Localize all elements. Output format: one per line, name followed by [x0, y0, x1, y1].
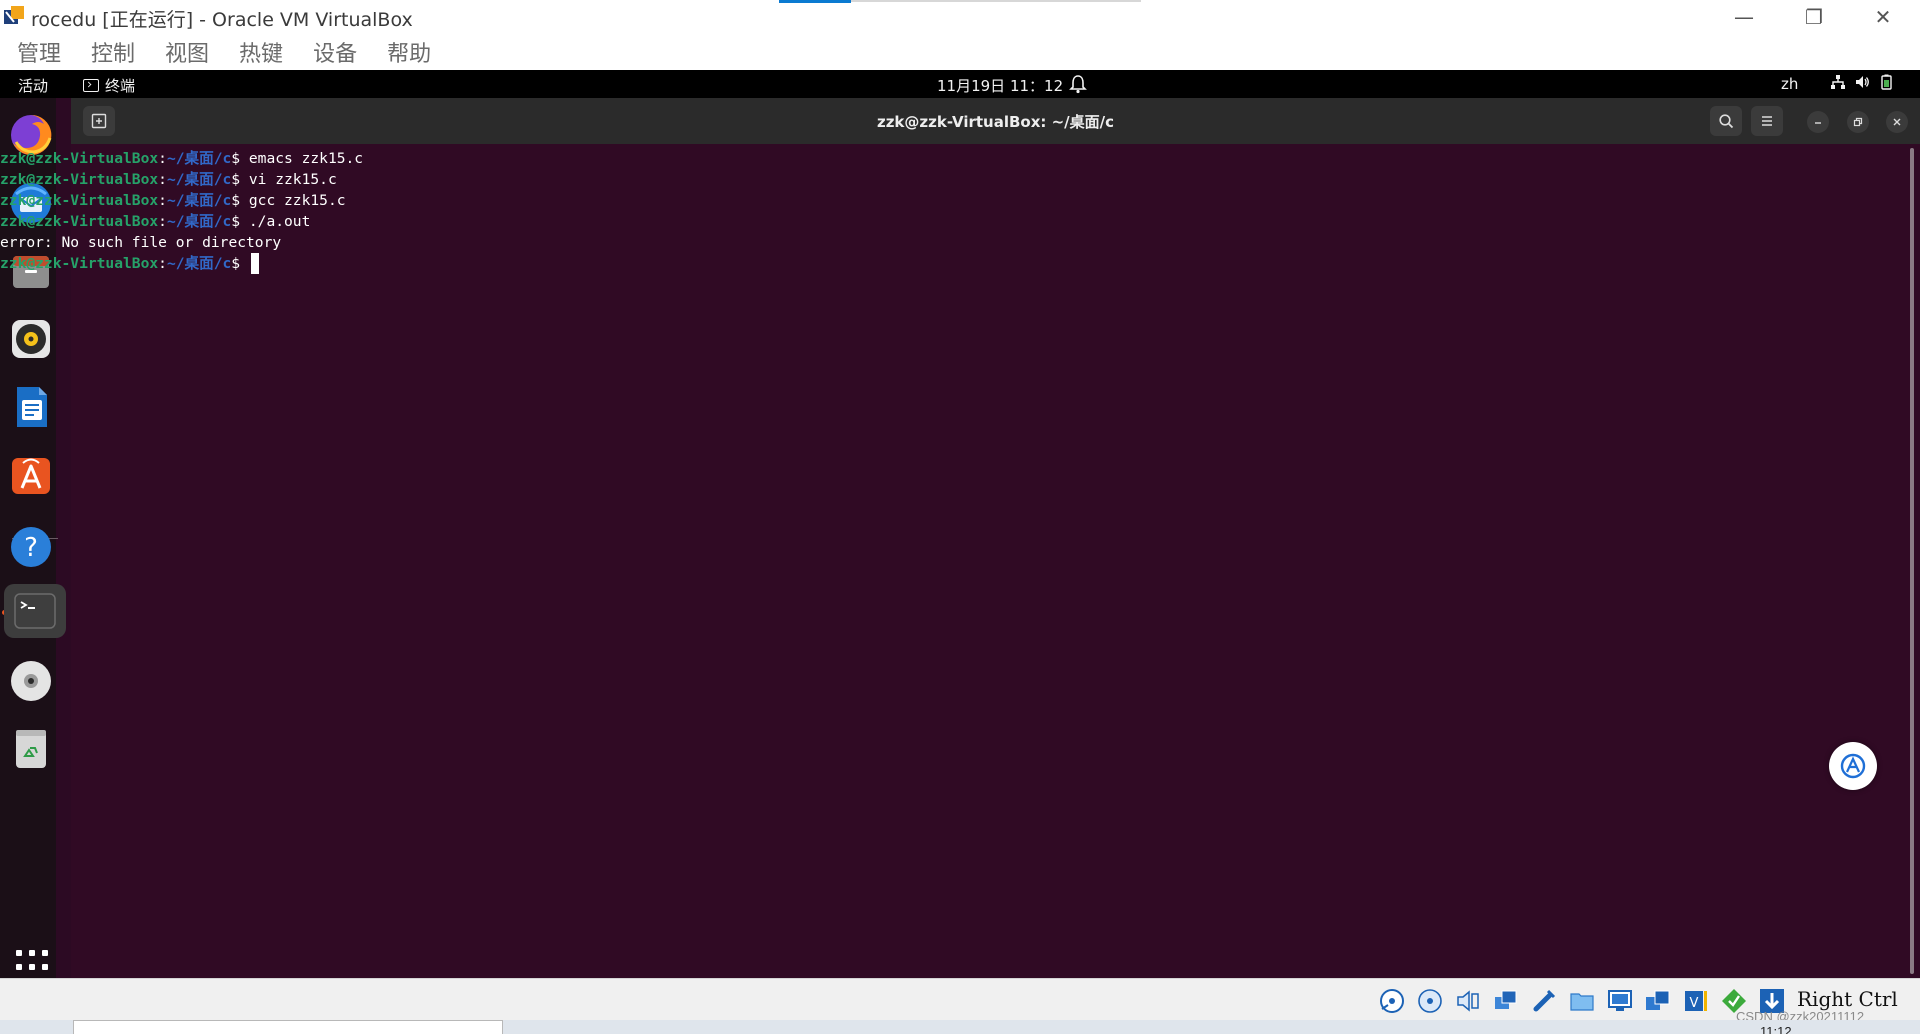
show-applications-button[interactable] — [16, 950, 52, 978]
dock-help[interactable]: ? — [4, 520, 58, 574]
focus-accent-bar — [779, 0, 851, 3]
close-button[interactable]: ✕ — [1848, 0, 1918, 34]
close-icon — [1893, 118, 1901, 126]
clock[interactable]: 11月19日 11：12 — [937, 75, 1063, 96]
dock-libreoffice-writer[interactable] — [4, 380, 58, 434]
terminal-current-prompt: zzk@zzk-VirtualBox:~/桌面/c$ — [0, 253, 259, 274]
menu-manage[interactable]: 管理 — [6, 36, 72, 68]
status-icons: V — [1376, 985, 1788, 1017]
terminal-line: zzk@zzk-VirtualBox:~/桌面/c$ vi zzk15.c — [0, 171, 337, 188]
battery-icon — [1881, 74, 1892, 90]
rhythmbox-icon — [12, 320, 50, 358]
focus-accent-tail — [851, 0, 1141, 2]
network-icon[interactable] — [1490, 985, 1522, 1017]
terminal-line: zzk@zzk-VirtualBox:~/桌面/c$ gcc zzk15.c — [0, 192, 346, 209]
terminal-icon — [14, 593, 56, 629]
terminal-body[interactable] — [71, 144, 1920, 978]
menu-help[interactable]: 帮助 — [376, 36, 442, 68]
minimize-button[interactable]: — — [1709, 0, 1779, 34]
maximize-button[interactable]: ❐ — [1779, 0, 1849, 34]
network-wired-icon — [1831, 75, 1845, 89]
app-menu-terminal[interactable]: 终端 — [83, 75, 135, 96]
terminal-minimize-button[interactable] — [1807, 111, 1829, 133]
dock-app-center[interactable] — [4, 448, 58, 502]
system-tray[interactable] — [1830, 74, 1894, 90]
virtualbox-icon — [4, 6, 24, 24]
text-cursor — [250, 253, 259, 274]
optical-drive-icon[interactable] — [1414, 985, 1446, 1017]
terminal-restore-button[interactable] — [1847, 111, 1869, 133]
terminal-line: zzk@zzk-VirtualBox:~/桌面/c$ emacs zzk15.c — [0, 150, 364, 167]
new-tab-button[interactable] — [83, 106, 115, 136]
host-window-title: rocedu [正在运行] - Oracle VM VirtualBox — [31, 9, 413, 31]
dock-dvd[interactable] — [4, 654, 58, 708]
new-tab-icon — [91, 113, 107, 129]
writer-icon — [17, 387, 47, 427]
dock-terminal[interactable] — [4, 584, 66, 638]
minimize-icon — [1815, 122, 1821, 124]
svg-text:V: V — [1690, 996, 1699, 1011]
input-language[interactable]: zh — [1781, 75, 1798, 93]
hamburger-icon — [1762, 116, 1772, 126]
vt-x-icon[interactable]: V — [1680, 985, 1712, 1017]
taskbar-thumbnail[interactable] — [73, 1020, 503, 1034]
recording-icon[interactable] — [1642, 985, 1674, 1017]
terminal-title: zzk@zzk-VirtualBox: ~/桌面/c — [876, 113, 1115, 131]
shared-folders-icon[interactable] — [1566, 985, 1598, 1017]
display-icon[interactable] — [1604, 985, 1636, 1017]
app-menu-label: 终端 — [105, 77, 136, 95]
menu-view[interactable]: 视图 — [154, 36, 220, 68]
dvd-icon — [11, 661, 51, 701]
hard-disk-icon[interactable] — [1376, 985, 1408, 1017]
terminal-small-icon — [83, 79, 99, 92]
host-menubar: 管理 控制 视图 热键 设备 帮助 — [0, 34, 1920, 70]
volume-icon — [1856, 76, 1869, 88]
terminal-line: zzk@zzk-VirtualBox:~/桌面/c$ ./a.out — [0, 213, 311, 230]
host-titlebar: rocedu [正在运行] - Oracle VM VirtualBox — ❐… — [0, 0, 1920, 34]
help-icon: ? — [11, 527, 51, 567]
assistant-icon — [1840, 753, 1866, 779]
menu-hotkeys[interactable]: 热键 — [228, 36, 294, 68]
host-key-label: Right Ctrl — [1797, 987, 1898, 1011]
svg-text:?: ? — [24, 533, 38, 563]
audio-icon[interactable] — [1452, 985, 1484, 1017]
dock-rhythmbox[interactable] — [4, 312, 58, 366]
menu-devices[interactable]: 设备 — [302, 36, 368, 68]
terminal-output-line: error: No such file or directory — [0, 234, 282, 251]
notification-bell-icon[interactable] — [1069, 74, 1087, 94]
terminal-close-button[interactable] — [1886, 111, 1908, 133]
usb-icon[interactable] — [1528, 985, 1560, 1017]
guest-display[interactable]: 活动 终端 11月19日 11：12 zh ? zzk@zzk-VirtualB… — [0, 70, 1920, 978]
trash-icon — [16, 730, 46, 768]
taskbar-clock: 11:12 — [1760, 1024, 1792, 1034]
terminal-headerbar: zzk@zzk-VirtualBox: ~/桌面/c — [71, 98, 1920, 144]
hamburger-menu-button[interactable] — [1751, 106, 1783, 136]
app-center-icon — [12, 458, 50, 494]
terminal-scrollbar[interactable] — [1910, 148, 1914, 974]
host-status-bar: V Right Ctrl CSDN @zzk20211112 — [0, 978, 1920, 1024]
restore-icon — [1853, 117, 1863, 127]
dock-trash[interactable] — [4, 722, 58, 776]
activities-button[interactable]: 活动 — [18, 75, 48, 96]
gnome-top-bar: 活动 终端 11月19日 11：12 zh — [0, 70, 1920, 98]
menu-control[interactable]: 控制 — [80, 36, 146, 68]
floating-assistant-button[interactable] — [1829, 742, 1877, 790]
search-button[interactable] — [1710, 106, 1742, 136]
search-icon — [1719, 114, 1734, 129]
